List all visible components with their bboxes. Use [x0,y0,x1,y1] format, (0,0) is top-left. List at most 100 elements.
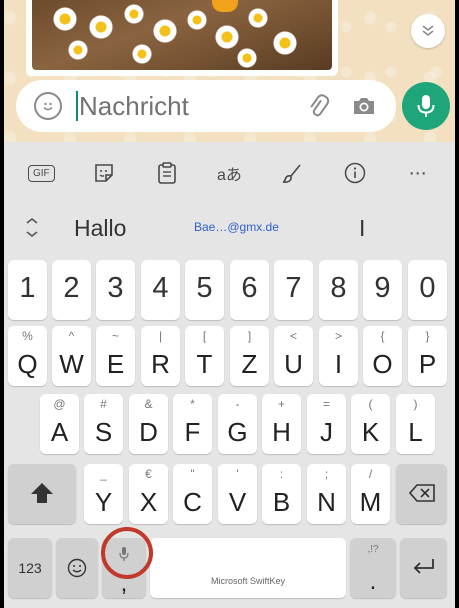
key-1[interactable]: 1 [8,260,47,320]
microphone-icon [417,95,435,117]
key-h[interactable]: + H [262,394,301,454]
gif-icon: GIF [28,164,55,182]
dictation-highlight-circle [101,527,153,579]
key-k[interactable]: (K [351,394,390,454]
sticker-button[interactable] [84,153,124,193]
voice-message-button[interactable] [402,82,450,130]
translator-button[interactable]: aあ [209,153,249,193]
photo-flower [187,10,207,30]
enter-icon [413,559,434,574]
daisy-photo [32,0,332,70]
suggestion-left[interactable]: Hallo [74,215,126,242]
smiley-icon [43,102,53,111]
period-key[interactable]: ,!? . [350,538,396,598]
backspace-key[interactable] [396,464,447,524]
key-l[interactable]: ) L [396,394,435,454]
space-key[interactable]: Microsoft SwiftKey [150,538,346,598]
message-input[interactable]: Nachricht [79,91,304,122]
bottom-row: 123 , Microsoft SwiftKey ,!? . [4,538,455,606]
number-row: 1 2 3 4 5 6 7 8 9 0 [4,260,455,328]
shift-key[interactable] [8,464,76,524]
letter-row-2: @ A # S & D * F -G + H = J (K ) L [4,394,455,462]
photo-flower [132,44,152,64]
numbers-key[interactable]: 123 [8,538,52,598]
key-y[interactable]: _ Y [84,464,123,524]
phone-screen: Nachricht GIF aあ ⋯ Hallo Bae…@gmx.de I 1… [4,0,455,608]
key-8[interactable]: 8 [319,260,358,320]
double-chevron-down-icon [422,25,434,37]
emoji-key[interactable] [56,538,98,598]
clipboard-button[interactable] [147,153,187,193]
camera-icon[interactable] [350,92,378,120]
shift-icon [31,483,53,503]
photo-flower [68,40,88,60]
attachment-icon[interactable] [304,92,332,120]
key-a[interactable]: @ A [40,394,79,454]
key-3[interactable]: 3 [96,260,135,320]
key-9[interactable]: 9 [363,260,402,320]
photo-flower [237,48,257,68]
letter-row-3: _ Y € X " C ' V :B ; N / M [4,464,455,532]
emoji-button[interactable] [34,92,62,120]
key-7[interactable]: 7 [274,260,313,320]
info-icon [344,162,366,184]
key-d[interactable]: & D [129,394,168,454]
smiley-icon [67,558,87,578]
key-w[interactable]: ^ W [52,326,91,386]
key-j[interactable]: = J [307,394,346,454]
info-button[interactable] [335,153,375,193]
photo-flower [88,14,114,40]
clipboard-icon [157,162,176,184]
photo-flower [124,4,144,24]
key-b[interactable]: :B [262,464,301,524]
translator-icon: aあ [217,167,242,184]
photo-flower [214,24,240,50]
suggestion-bar: Hallo Bae…@gmx.de I [4,204,455,254]
image-message[interactable] [26,0,338,76]
key-o[interactable]: {O [363,326,402,386]
key-v[interactable]: ' V [218,464,257,524]
key-p[interactable]: } P [408,326,447,386]
themes-button[interactable] [272,153,312,193]
more-icon: ⋯ [408,162,427,183]
backspace-icon [408,484,435,502]
suggestion-middle[interactable]: Bae…@gmx.de [194,220,279,234]
collapse-icon[interactable] [22,216,42,240]
key-2[interactable]: 2 [52,260,91,320]
key-g[interactable]: -G [218,394,257,454]
more-button[interactable]: ⋯ [398,153,438,193]
key-u[interactable]: < U [274,326,313,386]
key-c[interactable]: " C [173,464,212,524]
key-m[interactable]: / M [351,464,390,524]
letter-row-1: % Q ^ W ~ E | R [T ] Z < U > I {O } P [4,326,455,394]
sticker-icon [95,164,113,182]
text-cursor [76,91,78,121]
scroll-down-button[interactable] [411,14,445,48]
key-5[interactable]: 5 [185,260,224,320]
key-q[interactable]: % Q [8,326,47,386]
key-z[interactable]: ] Z [230,326,269,386]
key-f[interactable]: * F [173,394,212,454]
keyboard-toolbar: GIF aあ ⋯ [4,142,455,204]
photo-flower [52,6,78,32]
key-0[interactable]: 0 [408,260,447,320]
key-x[interactable]: € X [129,464,168,524]
photo-flower [272,30,298,56]
key-e[interactable]: ~ E [96,326,135,386]
key-i[interactable]: > I [319,326,358,386]
photo-flower [248,8,268,28]
key-6[interactable]: 6 [230,260,269,320]
gif-button[interactable]: GIF [21,153,61,193]
key-4[interactable]: 4 [141,260,180,320]
key-n[interactable]: ; N [307,464,346,524]
message-composer: Nachricht [16,80,396,132]
photo-ornament [212,0,238,12]
enter-key[interactable] [400,538,447,598]
suggestion-right[interactable]: I [359,215,365,242]
key-t[interactable]: [T [185,326,224,386]
key-s[interactable]: # S [84,394,123,454]
photo-flower [152,18,178,44]
key-r[interactable]: | R [141,326,180,386]
chat-area: Nachricht [4,0,455,142]
swiftkey-keyboard: GIF aあ ⋯ Hallo Bae…@gmx.de I 1 2 3 4 5 6… [4,142,455,608]
